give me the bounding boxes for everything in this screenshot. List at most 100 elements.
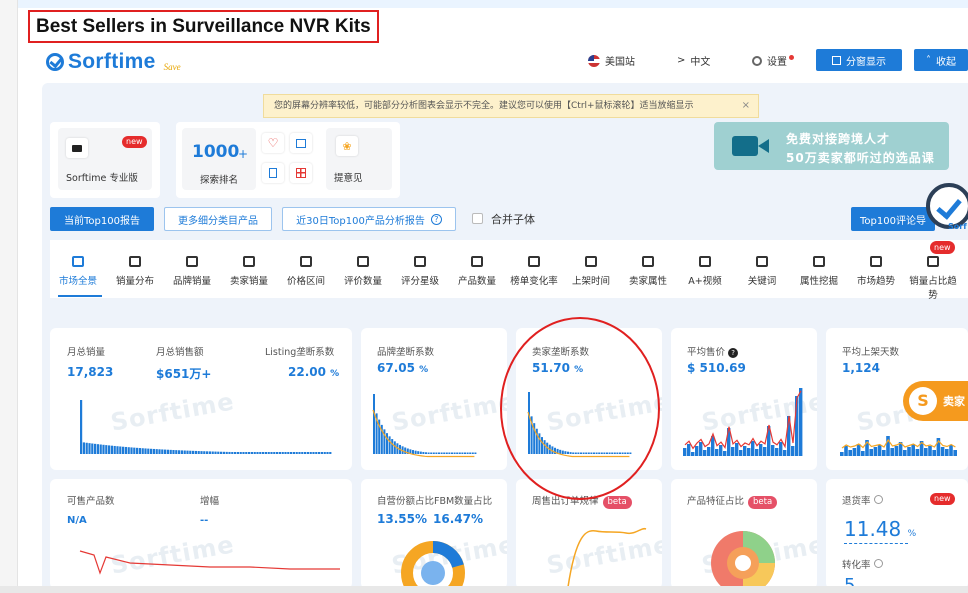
tab-subcategory[interactable]: 更多细分类目产品 [164,207,272,231]
pro-tool-card[interactable]: new Sorftime 专业版 [50,122,160,198]
card-self-fbm[interactable]: 自营份额占比FBM数量占比 13.55% 16.47% Sorftime [361,479,507,589]
spark-bar [206,451,209,454]
explore-label: 探索排名 [200,175,239,186]
nav-item-5[interactable]: 评价数量 [335,256,391,287]
merge-variants-label: 合并子体 [491,213,535,226]
monitor-icon [66,138,88,158]
nav-item-10[interactable]: 卖家属性 [620,256,676,287]
tab-top100-report[interactable]: 当前Top100报告 [50,207,154,231]
card-sellable[interactable]: 可售产品数 N/A 增幅 -- Sorftime [50,479,352,589]
pro-label: Sorftime 专业版 [66,173,138,184]
avg-days-value: 1,124 [842,361,880,375]
card-product-features[interactable]: 产品特征占比beta Sorftime [671,479,817,589]
spark-bar [175,450,178,454]
nav-item-11[interactable]: A+视频 [677,256,733,287]
nav-item-8[interactable]: 榜单变化率 [506,256,562,287]
left-scroll-gutter [0,0,18,593]
seller-float-button[interactable]: S 卖家 [903,381,968,421]
spark-bar [208,451,211,454]
horizontal-scrollbar[interactable] [0,586,968,593]
total-revenue-value: $651万+ [156,367,212,381]
spark-bar [309,452,312,454]
spark-bar [329,452,332,454]
spark-bar [94,443,97,454]
card-brand-monopoly[interactable]: 品牌垄断系数 67.05 % Sorftime [361,328,507,470]
tab-last30-report[interactable]: 近30日Top100产品分析报告 ? [282,207,456,231]
review-report-button[interactable]: Top100评论导 [851,207,935,231]
nav-item-2[interactable]: 品牌销量 [164,256,220,287]
window-icon[interactable] [290,133,312,153]
explore-plus: + [238,147,249,161]
growth-value: -- [200,515,209,526]
feedback-tile[interactable]: ❀ 提意见 [326,128,392,190]
spark-bar [295,452,298,454]
spark-bar [304,452,307,454]
feature-sunburst [711,531,775,589]
nav-item-7[interactable]: 产品数量 [449,256,505,287]
promo-banner[interactable]: 免费对接跨境人才 50万卖家都听过的选品课 [714,122,949,170]
price-icon [300,256,312,267]
listing-monopoly-value: 22.00 % [288,365,340,379]
nav-item-3[interactable]: 卖家销量 [221,256,277,287]
spark-bar [203,451,206,454]
avg-days-label: 平均上架天数 [842,347,900,358]
explore-value: 1000 [192,142,240,162]
spark-bar [386,433,388,454]
spark-bar [861,451,865,456]
nav-item-label: 卖家属性 [628,276,667,287]
brand-icon [186,256,198,267]
spark-bar [85,442,88,454]
explore-tile[interactable]: 1000 + 探索排名 [182,128,256,190]
spark-bar [775,448,779,456]
nav-item-15[interactable]: 销量占比趋势 [905,256,961,301]
nav-item-14[interactable]: 市场趋势 [848,256,904,287]
collapse-label: 收起 [936,56,956,68]
sorftime-logo[interactable]: Sorftime Save [46,50,181,74]
spark-bar [474,452,477,454]
spark-line [684,390,802,450]
spark-bar [683,448,687,456]
self-fbm-donut [401,541,465,589]
collapse-button[interactable]: ˄ 收起 [914,49,968,71]
spark-bar [419,451,422,454]
heart-icon[interactable]: ♡ [262,133,284,153]
spark-bar [894,446,899,456]
card-sales-overview[interactable]: 月总销量 17,823 月总销售额 $651万+ Listing垄断系数 22.… [50,328,352,470]
spark-bar [445,452,448,454]
brand-monopoly-label: 品牌垄断系数 [377,347,435,358]
document-icon[interactable] [262,163,284,183]
settings-button[interactable]: 设置 [752,53,794,68]
spark-bar [284,452,287,454]
grid-icon[interactable] [290,163,312,183]
merge-variants-checkbox[interactable] [472,213,483,224]
spark-bar [873,447,878,456]
card-avg-price[interactable]: 平均售价 ? $ 510.69 Sorftime [671,328,817,470]
help-circle-icon [873,559,883,568]
nav-item-label: 评价数量 [343,276,382,287]
nav-item-4[interactable]: 价格区间 [278,256,334,287]
pro-tile: new Sorftime 专业版 [58,128,152,190]
spark-bar [759,444,763,456]
spark-bar [466,452,469,454]
spark-bar [373,394,375,454]
spark-bar [270,452,273,454]
card-return-rate[interactable]: 退货率 new 11.48 % 转化率 5 [826,479,968,589]
nav-item-6[interactable]: 评分星级 [392,256,448,287]
spark-bar [189,450,192,454]
language-selector[interactable]: > 中文 [677,53,710,68]
site-selector[interactable]: 美国站 [588,53,635,68]
nav-item-1[interactable]: 销量分布 [107,256,163,287]
nav-item-12[interactable]: 关键词 [734,256,790,287]
spark-bar [735,443,739,456]
spark-bar [412,450,414,454]
nav-item-9[interactable]: 上架时间 [563,256,619,287]
split-view-button[interactable]: 分窗显示 [816,49,902,71]
spark-bar [791,446,795,456]
notice-close-icon[interactable]: × [742,95,750,117]
spark-bar [453,452,456,454]
spark-bar [267,452,270,454]
calendar-icon [585,256,597,267]
spark-bar [886,436,890,456]
nav-item-13[interactable]: 属性挖掘 [791,256,847,287]
nav-item-0[interactable]: 市场全景 [50,256,106,287]
